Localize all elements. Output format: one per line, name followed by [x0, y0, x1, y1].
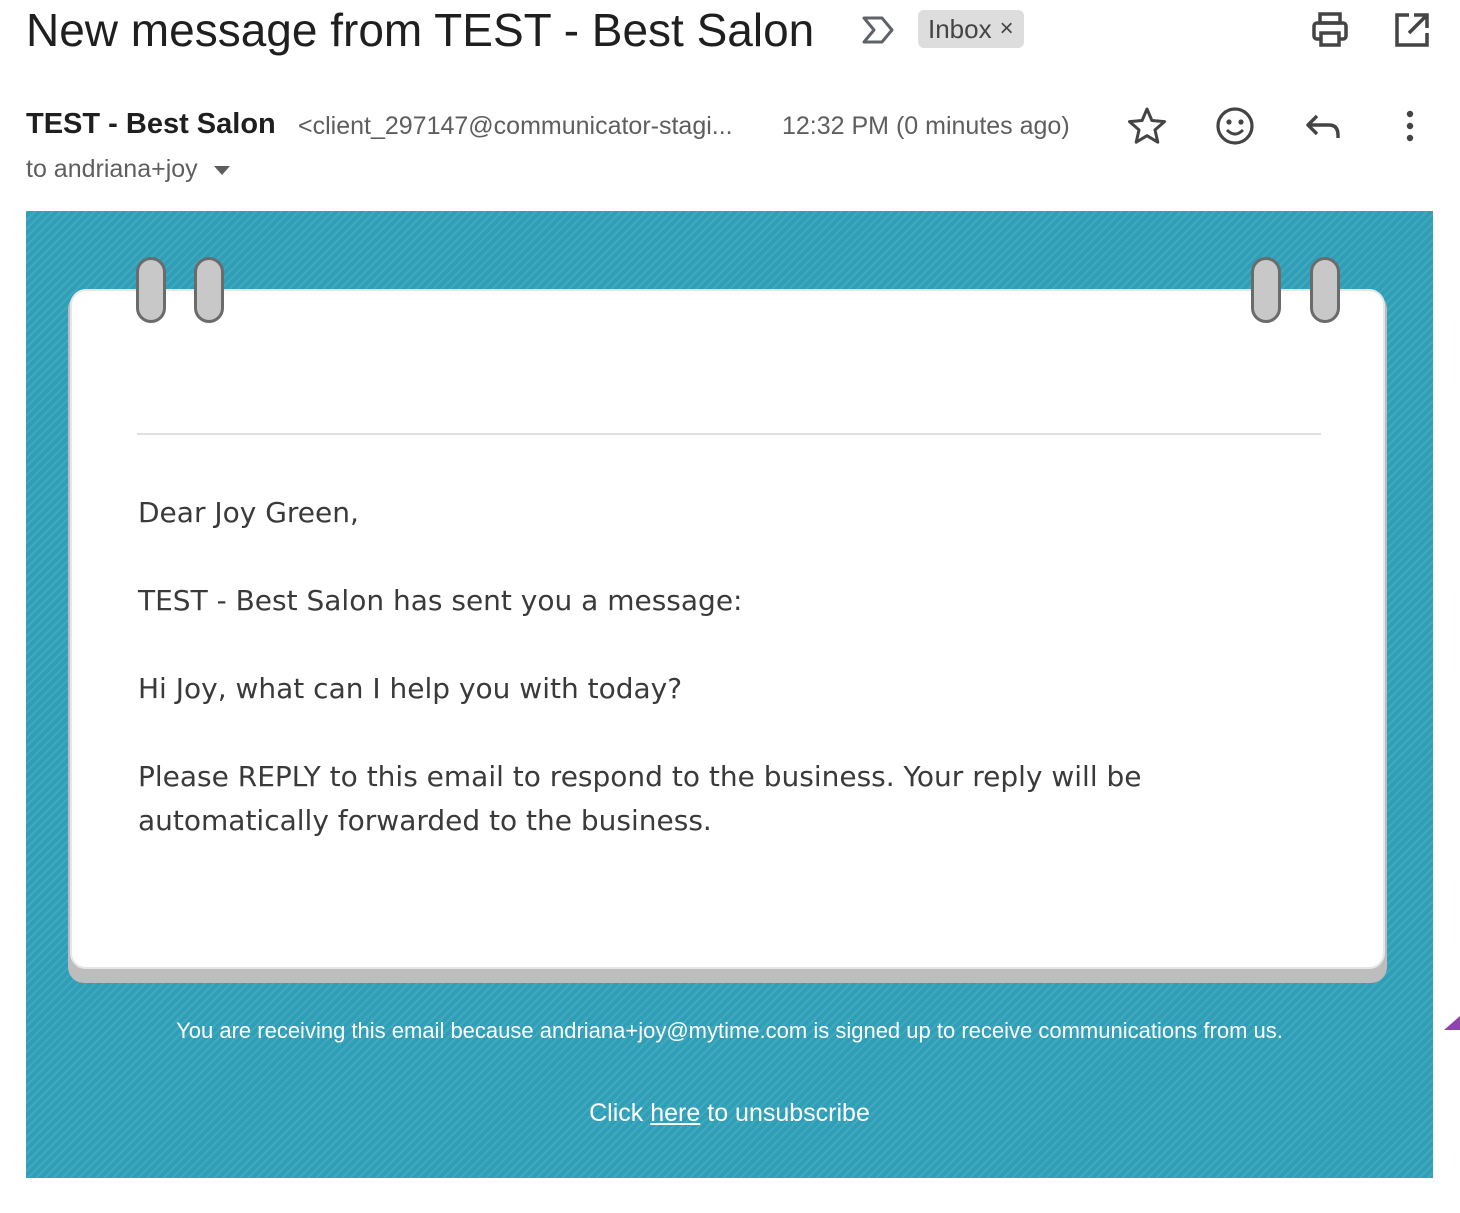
- unsubscribe-line: Click here to unsubscribe: [26, 1099, 1433, 1128]
- recipient-text: to andriana+joy: [26, 155, 198, 183]
- sender-name[interactable]: TEST - Best Salon: [26, 108, 276, 141]
- reply-icon[interactable]: [1301, 104, 1345, 148]
- label-arrow-icon[interactable]: [860, 14, 896, 46]
- subject-row: New message from TEST - Best Salon Inbox…: [26, 0, 1436, 62]
- unsubscribe-link[interactable]: here: [650, 1099, 700, 1127]
- notepad-divider: [137, 433, 1321, 435]
- open-in-new-window-icon[interactable]: [1392, 10, 1432, 50]
- subscription-notice: You are receiving this email because and…: [176, 1018, 1283, 1043]
- notepad-ring: [136, 257, 166, 323]
- corner-marker: [1444, 1016, 1460, 1030]
- inbox-label-chip[interactable]: Inbox ×: [918, 10, 1024, 48]
- emoji-reaction-icon[interactable]: [1213, 104, 1257, 148]
- reply-instructions-line-1: Please REPLY to this email to respond to…: [138, 760, 1142, 793]
- notepad-card: [70, 289, 1385, 969]
- more-options-icon[interactable]: [1388, 104, 1432, 148]
- unsubscribe-prefix: Click: [589, 1099, 644, 1127]
- recipient-details-toggle[interactable]: to andriana+joy: [26, 155, 230, 184]
- sender-row: TEST - Best Salon <client_297147@communi…: [26, 104, 1436, 148]
- star-icon[interactable]: [1125, 104, 1169, 148]
- sender-email[interactable]: <client_297147@communicator-stagi...: [298, 112, 733, 141]
- email-body: Dear Joy Green, TEST - Best Salon has se…: [26, 211, 1433, 1178]
- message-intro: TEST - Best Salon has sent you a message…: [138, 584, 743, 617]
- notepad-ring: [1251, 257, 1281, 323]
- reply-instructions-line-2: automatically forwarded to the business.: [138, 804, 712, 837]
- notepad-ring: [1310, 257, 1340, 323]
- chevron-down-icon[interactable]: [213, 166, 230, 175]
- message-text: Hi Joy, what can I help you with today?: [138, 672, 683, 705]
- message-greeting: Dear Joy Green,: [138, 496, 359, 529]
- notepad-ring: [194, 257, 224, 323]
- inbox-label-text: Inbox: [928, 14, 992, 44]
- remove-label-icon[interactable]: ×: [1000, 10, 1014, 48]
- print-icon[interactable]: [1310, 10, 1350, 50]
- message-time[interactable]: 12:32 PM (0 minutes ago): [782, 112, 1070, 141]
- unsubscribe-suffix: to unsubscribe: [707, 1099, 870, 1127]
- email-subject: New message from TEST - Best Salon: [26, 4, 815, 56]
